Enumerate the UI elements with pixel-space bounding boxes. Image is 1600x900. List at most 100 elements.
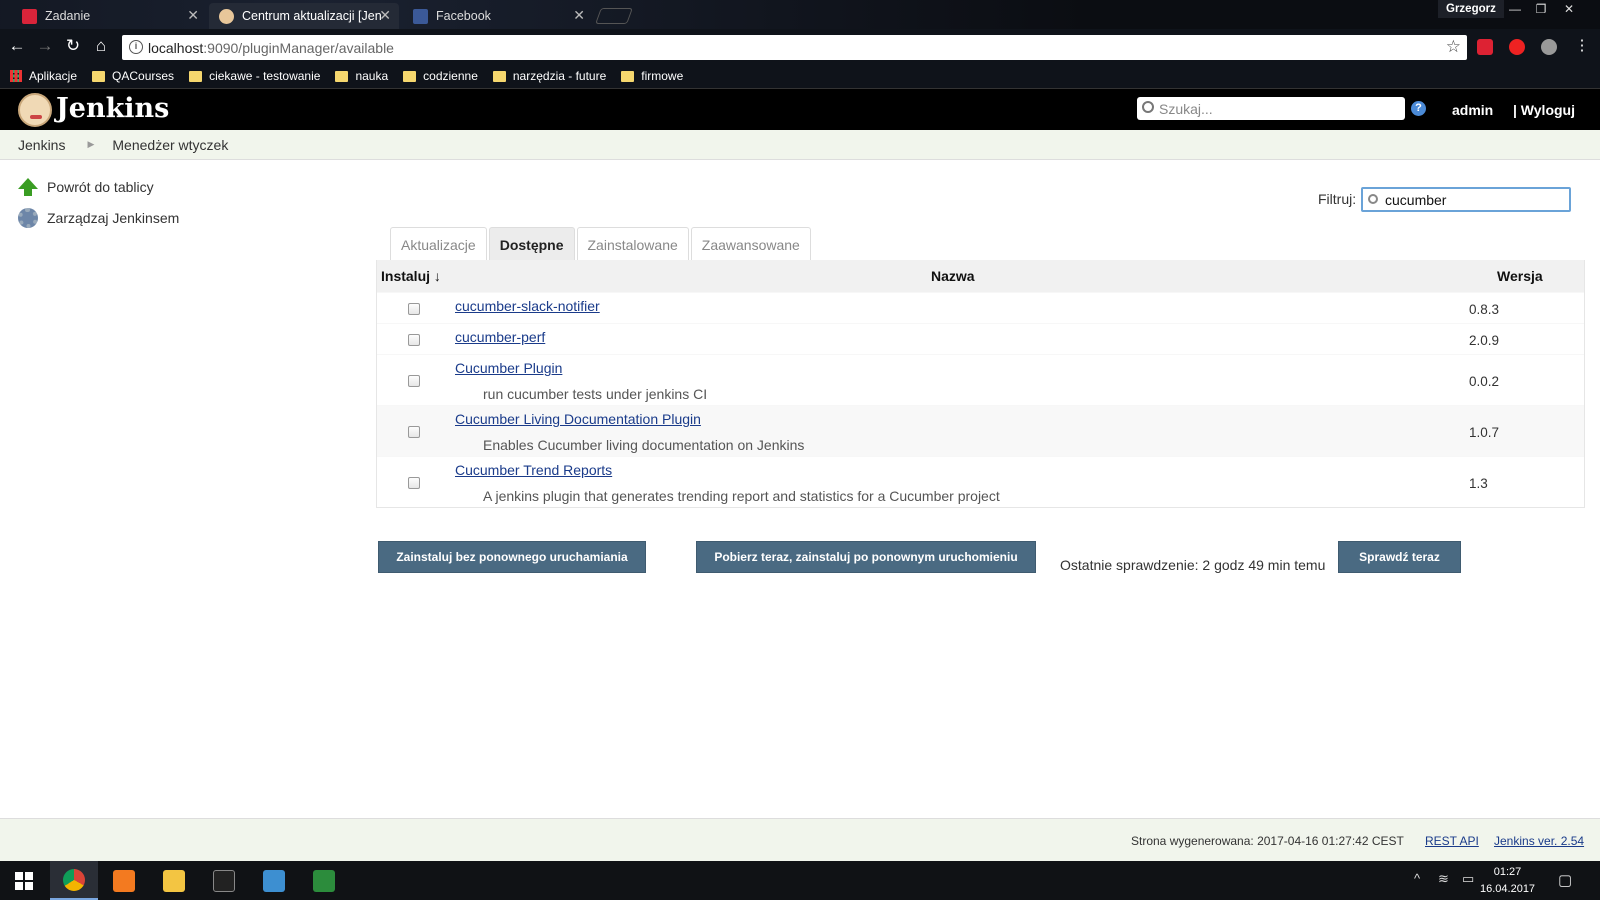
bookmark-folder[interactable]: firmowe <box>621 69 683 83</box>
browser-tab-facebook[interactable]: Facebook ✕ <box>403 3 593 29</box>
plugin-version: 2.0.9 <box>1469 333 1500 348</box>
close-tab-icon[interactable]: ✕ <box>573 7 585 24</box>
taskbar-app[interactable] <box>250 861 298 900</box>
tab-available[interactable]: Dostępne <box>488 227 575 261</box>
bookmark-folder[interactable]: nauka <box>335 69 388 83</box>
tab-advanced[interactable]: Zaawansowane <box>690 227 811 261</box>
app-window-icon <box>263 869 285 892</box>
notifications-icon[interactable]: ▢ <box>1558 871 1572 889</box>
breadcrumb-plugin-manager[interactable]: Menedżer wtyczek <box>112 137 228 153</box>
taskbar-explorer[interactable] <box>150 861 198 900</box>
plugin-tabs: Aktualizacje Dostępne Zainstalowane Zaaw… <box>390 227 813 261</box>
terminal-icon <box>213 869 235 892</box>
jenkins-title-link[interactable]: Jenkins <box>56 93 169 124</box>
bookmark-folder[interactable]: narzędzia - future <box>492 69 606 83</box>
browser-profile-button[interactable]: Grzegorz <box>1438 0 1504 18</box>
browser-menu-icon[interactable]: ⋮ <box>1571 36 1593 54</box>
chevron-up-icon[interactable]: ^ <box>1414 871 1420 886</box>
plugin-description: run cucumber tests under jenkins CI <box>483 386 708 402</box>
gmail-extension-icon[interactable] <box>1477 39 1493 55</box>
page-footer: Strona wygenerowana: 2017-04-16 01:27:42… <box>0 818 1600 861</box>
help-icon[interactable]: ? <box>1411 101 1426 116</box>
home-icon[interactable]: ⌂ <box>90 36 112 56</box>
bookmark-folder[interactable]: QACourses <box>92 69 174 83</box>
column-header-install[interactable]: Instaluj ↓ <box>381 268 441 284</box>
table-row: Cucumber Trend Reports A jenkins plugin … <box>377 456 1584 507</box>
browser-tab-jenkins[interactable]: Centrum aktualizacji [Jen ✕ <box>209 3 399 29</box>
clock-date: 16.04.2017 <box>1480 883 1536 895</box>
close-window-icon[interactable]: ✕ <box>1556 0 1582 18</box>
address-bar[interactable]: i localhost:9090/pluginManager/available… <box>122 35 1467 60</box>
search-icon <box>1142 101 1154 113</box>
install-checkbox[interactable] <box>408 303 420 315</box>
rest-api-link[interactable]: REST API <box>1425 834 1479 848</box>
taskbar-terminal[interactable] <box>200 861 248 900</box>
forward-arrow-icon[interactable]: → <box>34 36 56 56</box>
plugin-name-link[interactable]: Cucumber Plugin <box>455 360 562 376</box>
restore-icon[interactable]: ❐ <box>1528 0 1554 18</box>
tab-updates[interactable]: Aktualizacje <box>390 227 487 261</box>
install-checkbox[interactable] <box>408 477 420 489</box>
taskbar-xampp[interactable] <box>100 861 148 900</box>
bookmark-folder[interactable]: ciekawe - testowanie <box>189 69 320 83</box>
jenkins-version-link[interactable]: Jenkins ver. 2.54 <box>1494 834 1584 848</box>
column-header-version[interactable]: Wersja <box>1497 268 1543 284</box>
filter-input[interactable]: cucumber <box>1361 187 1571 212</box>
sidebar-item-manage-jenkins[interactable]: Zarządzaj Jenkinsem <box>18 208 179 228</box>
check-now-button[interactable]: Sprawdź teraz <box>1338 541 1461 573</box>
shield-extension-icon[interactable] <box>1509 39 1525 55</box>
plugin-name-link[interactable]: cucumber-perf <box>455 329 545 345</box>
skype-extension-icon[interactable] <box>1541 39 1557 55</box>
install-checkbox[interactable] <box>408 375 420 387</box>
download-install-after-restart-button[interactable]: Pobierz teraz, zainstaluj po ponownym ur… <box>696 541 1036 573</box>
battery-icon[interactable]: ▭ <box>1462 871 1474 887</box>
logout-link[interactable]: | Wyloguj <box>1513 102 1575 118</box>
install-checkbox[interactable] <box>408 426 420 438</box>
sidebar-item-back-to-dashboard[interactable]: Powrót do tablicy <box>18 177 154 197</box>
bookmark-apps[interactable]: Aplikacje <box>10 69 77 83</box>
info-icon[interactable]: i <box>129 40 143 54</box>
folder-icon <box>163 869 185 892</box>
plugin-table: Instaluj ↓ Nazwa Wersja cucumber-slack-n… <box>376 260 1585 508</box>
browser-tab-zadanie[interactable]: Zadanie ✕ <box>12 3 207 29</box>
bookmark-star-icon[interactable]: ☆ <box>1446 37 1461 57</box>
tab-label: Facebook <box>436 9 491 23</box>
plugin-name-link[interactable]: Cucumber Living Documentation Plugin <box>455 411 701 427</box>
folder-icon <box>621 70 635 82</box>
url-path: :9090/pluginManager/available <box>203 39 394 56</box>
plugin-name-link[interactable]: cucumber-slack-notifier <box>455 298 600 314</box>
column-header-name[interactable]: Nazwa <box>931 268 975 284</box>
breadcrumb: Jenkins ▶ Menedżer wtyczek <box>0 130 1600 160</box>
close-tab-icon[interactable]: ✕ <box>187 7 199 24</box>
user-link[interactable]: admin <box>1452 102 1493 118</box>
taskbar-pycharm[interactable] <box>300 861 348 900</box>
folder-icon <box>335 70 349 82</box>
reload-icon[interactable]: ↻ <box>62 36 84 56</box>
taskbar-chrome[interactable] <box>50 861 98 900</box>
install-checkbox[interactable] <box>408 334 420 346</box>
wifi-icon[interactable]: ≋ <box>1438 871 1449 887</box>
minimize-icon[interactable]: — <box>1502 0 1528 18</box>
install-without-restart-button[interactable]: Zainstaluj bez ponownego uruchamiania <box>378 541 646 573</box>
plugin-name-link[interactable]: Cucumber Trend Reports <box>455 462 612 478</box>
back-arrow-icon[interactable]: ← <box>6 36 28 56</box>
jenkins-butler-logo[interactable] <box>18 93 52 127</box>
tab-installed[interactable]: Zainstalowane <box>576 227 689 261</box>
apps-grid-icon <box>10 70 22 82</box>
bookmarks-bar: Aplikacje QACourses ciekawe - testowanie… <box>0 64 1600 88</box>
zadanie-favicon-icon <box>22 8 37 24</box>
bookmark-folder[interactable]: codzienne <box>403 69 478 83</box>
start-button[interactable] <box>0 861 48 900</box>
chrome-icon <box>63 868 85 891</box>
new-tab-button[interactable] <box>595 8 633 24</box>
folder-icon <box>92 70 106 82</box>
tab-label: Centrum aktualizacji [Jen <box>242 9 382 23</box>
taskbar-clock[interactable]: 01:27 16.04.2017 <box>1480 864 1535 898</box>
plugin-version: 1.0.7 <box>1469 425 1500 440</box>
close-tab-icon[interactable]: ✕ <box>379 7 391 24</box>
search-input[interactable]: Szukaj... <box>1137 97 1405 120</box>
windows-logo-icon <box>15 871 33 890</box>
breadcrumb-jenkins[interactable]: Jenkins <box>18 137 65 153</box>
table-row: cucumber-slack-notifier 0.8.3 <box>377 292 1584 323</box>
search-icon <box>1368 194 1378 204</box>
